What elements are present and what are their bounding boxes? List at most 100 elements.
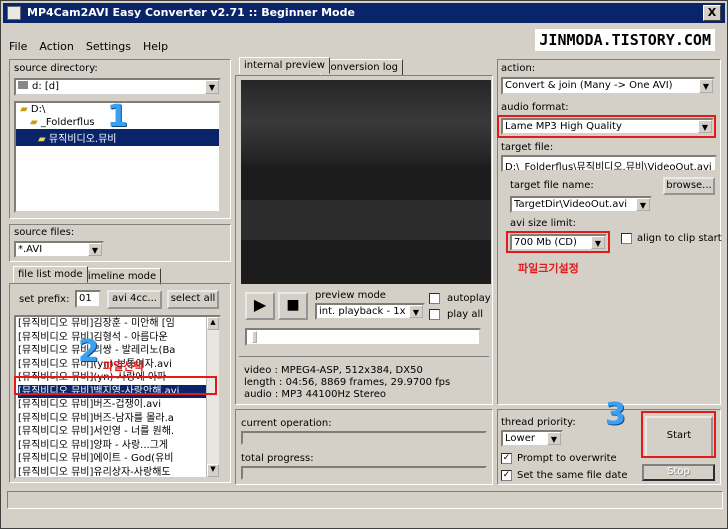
start-highlight [641,411,716,458]
app-window: MP4Cam2AVI Easy Converter v2.71 :: Begin… [0,0,728,529]
tab-conversion-log[interactable]: conversion log [320,59,404,76]
step-2-marker: 2 [78,334,99,369]
play-icon: ▶ [253,295,267,314]
file-list-items: [뮤직비디오 뮤비]김장훈 - 미안해 [임 [뮤직비디오 뮤비]김형석 - 아름… [16,317,208,478]
open-folder-icon: ▰ [38,134,46,145]
file-select-annotation: 파일선택 [103,360,144,373]
file-list-item[interactable]: [뮤직비디오 뮤비]버즈-남자를 몰라.a [18,412,208,426]
menu-help[interactable]: Help [137,39,174,53]
window-title: MP4Cam2AVI Easy Converter v2.71 :: Begin… [27,6,355,19]
stop-button[interactable]: Stop [642,464,715,481]
file-list-item[interactable]: [뮤직비디오 뮤비]서인영 - 너를 원해. [18,425,208,439]
tab-file-list-mode[interactable]: file list mode [13,266,88,283]
video-info-length: length : 04:56, 8869 frames, 29.9700 fps [244,377,451,388]
tab-internal-preview[interactable]: internal preview [239,57,330,74]
video-preview [241,80,491,284]
preview-mode-select[interactable]: int. playback - 1x ▼ [315,303,425,320]
file-list[interactable]: [뮤직비디오 뮤비]김장훈 - 미안해 [임 [뮤직비디오 뮤비]김형석 - 아름… [14,315,221,479]
current-operation-bar [241,431,487,445]
step-3-marker: 3 [605,397,626,432]
menu-bar: File Action Settings Help [3,39,174,55]
select-all-button[interactable]: select all [167,290,219,309]
menu-settings[interactable]: Settings [80,39,137,53]
drive-select[interactable]: d: [d] ▼ [14,78,221,96]
total-progress-bar [241,466,487,480]
audio-format-label: audio format: [501,102,569,113]
divider [239,356,489,357]
prompt-overwrite-label: Prompt to overwrite [517,453,617,464]
app-icon [7,6,21,20]
source-directory-label: source directory: [14,63,98,74]
stop-icon: ■ [286,297,300,313]
action-value: Convert & join (Many -> One AVI) [505,80,673,91]
preview-mode-value: int. playback - 1x [319,306,406,317]
play-all-label: play all [447,309,484,320]
browse-button[interactable]: browse... [663,177,715,195]
folder-icon: ▰ [20,104,28,115]
file-list-item[interactable]: [뮤직비디오 뮤비]에이트 - God(유비 [18,452,208,466]
thread-priority-label: thread priority: [501,417,576,428]
stop-preview-button[interactable]: ■ [278,292,308,320]
file-filter-value: *.AVI [18,244,43,255]
tree-label-drive: D:\ [30,104,46,115]
thread-priority-select[interactable]: Lower ▼ [501,430,563,447]
video-frame-top [241,80,491,165]
chevron-down-icon: ▼ [88,243,102,256]
file-list-item[interactable]: [뮤직비디오 뮤비]버즈-겁쟁이.avi [18,398,208,412]
scroll-up-icon[interactable]: ▲ [207,317,219,330]
drive-icon [18,81,28,89]
file-filter-select[interactable]: *.AVI ▼ [14,241,104,258]
file-list-scrollbar[interactable]: ▲ ▼ [206,317,219,477]
chevron-down-icon: ▼ [699,79,713,93]
action-select[interactable]: Convert & join (Many -> One AVI) ▼ [501,77,715,95]
avi-4cc-button[interactable]: avi 4cc... [107,290,162,309]
chevron-down-icon: ▼ [547,432,561,445]
source-files-label: source files: [14,227,75,238]
target-file-name-label: target file name: [510,180,594,191]
align-clip-label: align to clip start [637,233,722,244]
scroll-down-icon[interactable]: ▼ [207,464,219,477]
watermark-text: JINMODA.TISTORY.COM [535,29,715,51]
autoplay-label: autoplay [447,293,491,304]
prefix-input[interactable]: 01 [75,290,101,308]
target-file-input[interactable]: D:\_Folderflus\뮤직비디오.뮤비\VideoOut.avi [501,155,717,172]
preview-seek-slider[interactable] [245,328,481,346]
same-date-label: Set the same file date [517,470,628,481]
title-bar: MP4Cam2AVI Easy Converter v2.71 :: Begin… [3,3,725,23]
target-file-label: target file: [501,142,554,153]
file-size-annotation: 파일크기설정 [518,262,579,275]
status-bar [7,491,723,509]
video-info-audio: audio : MP3 44100Hz Stereo [244,389,386,400]
align-clip-checkbox[interactable] [621,233,632,244]
step-1-marker: 1 [107,99,128,134]
target-file-name-value: TargetDir\VideoOut.avi [514,199,628,210]
chevron-down-icon: ▼ [409,305,423,318]
menu-file[interactable]: File [3,39,33,53]
file-list-item[interactable]: [뮤직비디오 뮤비]리쌍 - 발레리노(Ba [18,344,208,358]
avi-size-limit-label: avi size limit: [510,218,576,229]
folder-icon: ▰ [30,117,38,128]
current-operation-label: current operation: [241,418,332,429]
same-date-checkbox[interactable]: ✓ [501,470,512,481]
play-all-checkbox[interactable] [429,309,440,320]
seek-thumb[interactable] [252,331,257,343]
target-file-name-select[interactable]: TargetDir\VideoOut.avi ▼ [510,196,652,213]
chevron-down-icon: ▼ [636,198,650,211]
menu-action[interactable]: Action [33,39,79,53]
play-button[interactable]: ▶ [245,292,275,320]
prompt-overwrite-checkbox[interactable]: ✓ [501,453,512,464]
file-list-item[interactable]: [뮤직비디오 뮤비]김형석 - 아름다운 [18,331,208,345]
audio-format-highlight [497,115,716,138]
action-label: action: [501,63,536,74]
file-selection-highlight [14,376,217,395]
close-button[interactable]: X [703,5,721,21]
drive-value: d: [d] [32,81,60,92]
thread-priority-value: Lower [505,433,535,444]
chevron-down-icon: ▼ [205,80,219,94]
tree-label-musicvideo: 뮤직비디오.뮤비 [48,134,117,145]
preview-mode-label: preview mode [315,290,386,301]
file-list-item[interactable]: [뮤직비디오 뮤비]유리상자-사랑해도 [18,466,208,478]
autoplay-checkbox[interactable] [429,293,440,304]
file-list-item[interactable]: [뮤직비디오 뮤비]양파 - 사랑...그게 [18,439,208,453]
file-list-item[interactable]: [뮤직비디오 뮤비]김장훈 - 미안해 [임 [18,317,208,331]
